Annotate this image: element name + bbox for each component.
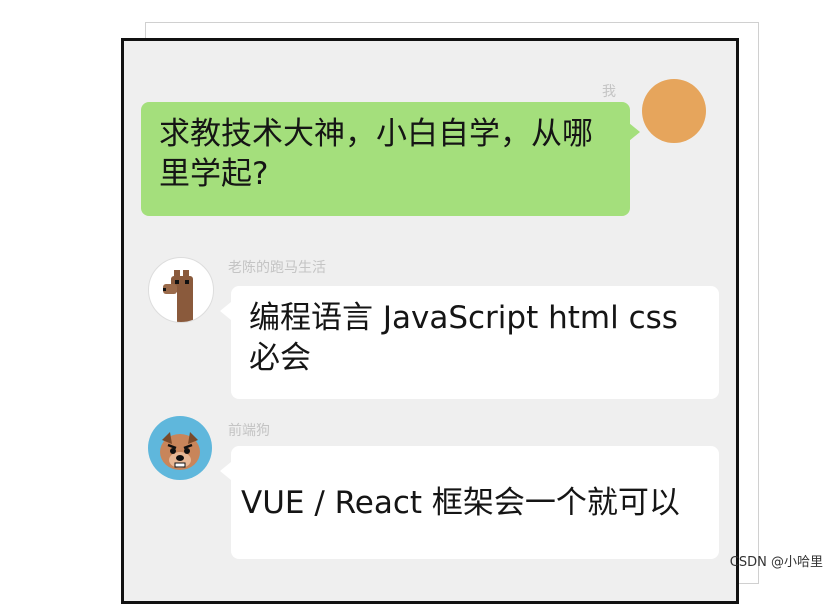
- message-sender-name: 我: [602, 84, 616, 100]
- llama-avatar-icon[interactable]: [148, 257, 214, 323]
- message-text: 求教技术大神，小白自学，从哪里学起?: [159, 116, 593, 192]
- my-avatar-icon[interactable]: [642, 79, 706, 143]
- message-sender-name: 老陈的跑马生活: [228, 260, 326, 276]
- message-sender-name: 前端狗: [228, 423, 270, 439]
- chat-window: 我 求教技术大神，小白自学，从哪里学起? 老陈的跑马生活 编程语言 JavaSc…: [121, 38, 739, 604]
- llama-icon: [163, 270, 193, 322]
- dog-face-avatar-icon[interactable]: [148, 416, 212, 480]
- other-message-bubble[interactable]: VUE / React 框架会一个就可以: [231, 446, 719, 559]
- message-text: 编程语言 JavaScript html css 必会: [249, 300, 678, 376]
- bubble-tail: [220, 302, 231, 320]
- bubble-tail: [629, 123, 640, 141]
- bubble-tail: [220, 462, 231, 480]
- my-message-bubble[interactable]: 求教技术大神，小白自学，从哪里学起?: [141, 102, 630, 216]
- watermark-text: CSDN @小哈里: [729, 555, 823, 570]
- message-text: VUE / React 框架会一个就可以: [241, 484, 680, 521]
- other-message-bubble[interactable]: 编程语言 JavaScript html css 必会: [231, 286, 719, 399]
- dog-face-icon: [160, 432, 200, 470]
